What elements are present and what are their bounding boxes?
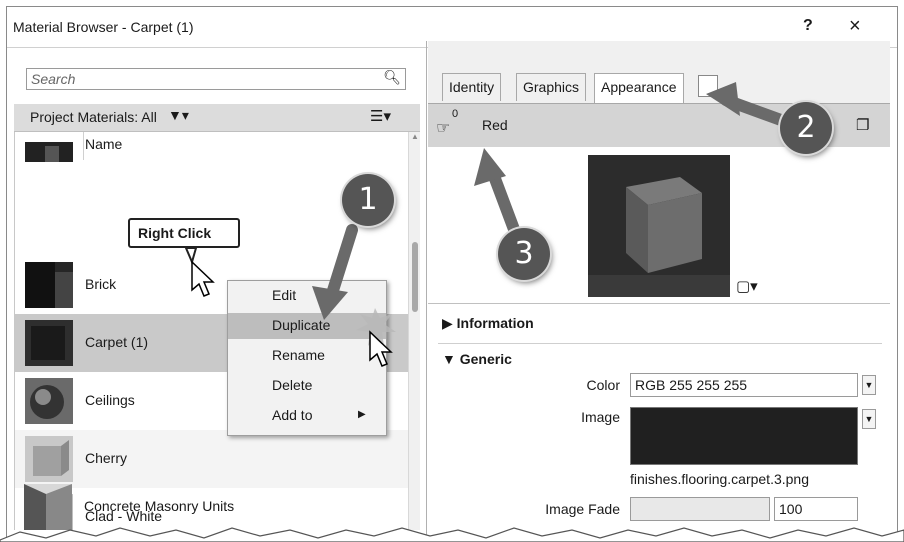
menu-item-delete[interactable]: Delete xyxy=(228,373,386,399)
preview-scene-dropdown-icon[interactable]: ▢▾ xyxy=(736,277,758,295)
color-dropdown-icon[interactable]: ▼ xyxy=(862,375,876,395)
context-menu: Edit Duplicate Rename Delete Add to ▶ xyxy=(227,280,387,436)
information-section-header[interactable]: ▶ Information xyxy=(442,315,534,332)
material-name: Brick xyxy=(85,276,117,292)
list-item[interactable] xyxy=(15,132,408,168)
tab-graphics[interactable]: Graphics xyxy=(516,73,587,101)
duplicate-asset-icon[interactable]: ❐ xyxy=(856,116,869,134)
image-fade-input[interactable]: 100 xyxy=(774,497,858,521)
tab-identity[interactable]: Identity xyxy=(442,73,502,101)
window-title: Material Browser - Carpet (1) xyxy=(13,19,194,35)
menu-item-label: Duplicate xyxy=(272,317,331,333)
menu-item-edit[interactable]: Edit xyxy=(228,283,386,309)
image-fade-value: 100 xyxy=(779,501,803,517)
menu-item-rename[interactable]: Rename xyxy=(228,343,386,369)
menu-item-duplicate[interactable]: Duplicate xyxy=(228,313,386,339)
menu-item-label: Delete xyxy=(272,377,313,393)
tab-label: Graphics xyxy=(523,79,580,95)
submenu-arrow-icon: ▶ xyxy=(358,409,366,420)
material-thumbnail xyxy=(25,262,73,308)
menu-item-label: Rename xyxy=(272,347,325,363)
right-click-tooltip: Right Click xyxy=(128,218,240,248)
material-name: Cherry xyxy=(85,450,128,466)
project-materials-bar: Project Materials: All ▼▾ ☰▾ xyxy=(14,104,420,132)
list-scrollbar[interactable]: ▲ xyxy=(408,132,420,530)
callout-2: 2 xyxy=(780,102,832,154)
color-label: Color xyxy=(586,377,620,393)
menu-item-label: Add to xyxy=(272,407,313,423)
material-thumbnail xyxy=(25,142,73,162)
material-thumbnail xyxy=(25,378,73,424)
search-placeholder: Search xyxy=(31,71,76,87)
tab-label: Identity xyxy=(449,79,495,95)
section-line xyxy=(438,343,882,344)
callout-3: 3 xyxy=(498,228,550,280)
color-field[interactable]: RGB 255 255 255 xyxy=(630,373,858,397)
menu-item-label: Edit xyxy=(272,287,297,303)
asset-name: Red xyxy=(482,117,508,133)
material-name: Concrete Masonry Units xyxy=(84,498,235,514)
material-name: Ceilings xyxy=(85,392,135,408)
section-separator xyxy=(428,303,890,304)
material-thumbnail xyxy=(25,436,73,482)
image-filename: finishes.flooring.carpet.3.png xyxy=(630,471,809,487)
image-thumbnail[interactable] xyxy=(630,407,858,465)
menu-item-add-to[interactable]: Add to ▶ xyxy=(228,403,386,429)
scrollbar-thumb[interactable] xyxy=(412,242,418,312)
tab-label: Appearance xyxy=(601,79,677,95)
help-button[interactable]: ? xyxy=(803,17,813,35)
tab-appearance[interactable]: Appearance xyxy=(594,73,684,103)
image-fade-label: Image Fade xyxy=(545,501,620,517)
view-options-icon[interactable]: ☰▾ xyxy=(370,107,391,125)
search-icon[interactable]: 🔍︎ xyxy=(383,69,401,86)
search-input[interactable]: Search 🔍︎ xyxy=(26,68,406,90)
image-label: Image xyxy=(581,409,620,425)
image-fade-slider[interactable] xyxy=(630,497,770,521)
appearance-preview xyxy=(588,155,730,297)
filter-icon[interactable]: ▼▾ xyxy=(168,107,189,124)
section-title: Information xyxy=(456,315,534,331)
hand-share-icon: ☞ xyxy=(436,120,451,137)
tooltip-text: Right Click xyxy=(138,225,212,241)
image-dropdown-icon[interactable]: ▼ xyxy=(862,409,876,429)
add-asset-tab-icon[interactable] xyxy=(698,75,718,97)
pane-divider[interactable] xyxy=(426,41,427,536)
material-name: Carpet (1) xyxy=(85,334,149,350)
material-thumbnail xyxy=(24,484,72,530)
asset-usage-count: 0 xyxy=(452,108,459,120)
scroll-up-icon[interactable]: ▲ xyxy=(411,132,419,141)
callout-1: 1 xyxy=(342,174,394,226)
section-title: Generic xyxy=(459,351,512,367)
list-item-concrete[interactable]: Concrete Masonry Units xyxy=(14,478,408,536)
close-button[interactable]: × xyxy=(849,15,861,38)
generic-section-header[interactable]: ▼ Generic xyxy=(442,351,512,367)
material-thumbnail xyxy=(25,320,73,366)
color-value: RGB 255 255 255 xyxy=(635,377,748,393)
project-materials-label[interactable]: Project Materials: All xyxy=(30,109,157,125)
